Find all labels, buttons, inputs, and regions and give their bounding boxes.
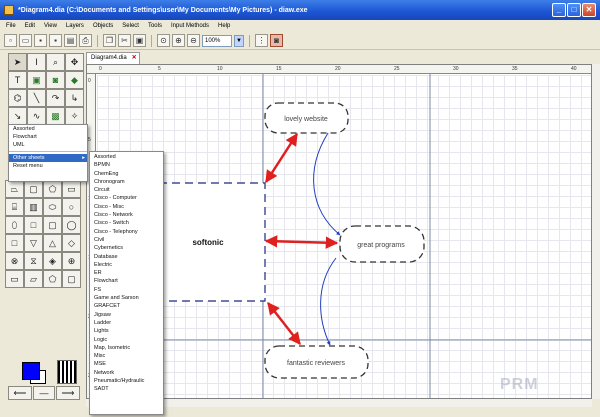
submenu-item[interactable]: FS — [90, 286, 163, 294]
right-label: great programs — [357, 242, 405, 249]
submenu-item[interactable]: ER — [90, 269, 163, 277]
submenu-item[interactable]: Assorted — [90, 153, 163, 161]
submenu-item[interactable]: Network — [90, 369, 163, 377]
submenu-item[interactable]: Game and Sarson — [90, 294, 163, 302]
submenu-item[interactable]: Circuit — [90, 186, 163, 194]
submenu-item[interactable]: SADT — [90, 385, 163, 393]
submenu-item[interactable]: Jigsaw — [90, 311, 163, 319]
sheet-menu-reset[interactable]: Reset menu — [9, 162, 87, 170]
arrow-to-bottom[interactable] — [267, 302, 301, 345]
center-label: softonic — [192, 238, 224, 247]
submenu-item[interactable]: Civil — [90, 236, 163, 244]
sheet-menu-other-sheets[interactable]: Other sheets ▸ — [9, 154, 87, 162]
submenu-item[interactable]: Cisco - Network — [90, 211, 163, 219]
submenu-item[interactable]: Cybernetics — [90, 244, 163, 252]
watermark: PRM — [500, 376, 539, 393]
submenu-item[interactable]: ChemEng — [90, 170, 163, 178]
submenu-item[interactable]: Cisco - Computer — [90, 194, 163, 202]
other-sheets-label: Other sheets — [13, 155, 45, 161]
top-label: lovely website — [284, 116, 328, 123]
vertical-scrollbar[interactable] — [592, 64, 600, 399]
submenu-item[interactable]: Map, Isometric — [90, 344, 163, 352]
submenu-item[interactable]: Flowchart — [90, 277, 163, 285]
submenu-item[interactable]: Electric — [90, 261, 163, 269]
curve-top-right[interactable] — [313, 132, 341, 236]
arrow-to-right[interactable] — [264, 235, 339, 249]
submenu-item[interactable]: BPMN — [90, 161, 163, 169]
curve-right-bottom[interactable] — [320, 257, 337, 346]
arrow-to-top[interactable] — [264, 132, 299, 184]
sheet-menu: Assorted Flowchart UML Other sheets ▸ Re… — [8, 124, 88, 182]
submenu-item[interactable]: Lights — [90, 327, 163, 335]
submenu-item[interactable]: Cisco - Telephony — [90, 228, 163, 236]
menu-separator — [9, 151, 87, 152]
submenu-item[interactable]: Logic — [90, 336, 163, 344]
submenu-item[interactable]: Pneumatic/Hydraulic — [90, 377, 163, 385]
sheet-menu-item[interactable]: Flowchart — [9, 133, 87, 141]
sheet-menu-item[interactable]: UML — [9, 141, 87, 149]
submenu-item[interactable]: Cisco - Misc — [90, 203, 163, 211]
submenu-item[interactable]: MSE — [90, 360, 163, 368]
submenu-item[interactable]: Chronogram — [90, 178, 163, 186]
other-sheets-submenu: Assorted BPMN ChemEng Chronogram Circuit… — [89, 151, 164, 415]
submenu-item[interactable]: Misc — [90, 352, 163, 360]
sheet-menu-item[interactable]: Assorted — [9, 125, 87, 133]
submenu-item[interactable]: Database — [90, 253, 163, 261]
chevron-right-icon: ▸ — [82, 155, 85, 161]
submenu-item[interactable]: GRAFCET — [90, 302, 163, 310]
bottom-label: fantastic reviewers — [287, 360, 345, 367]
submenu-item[interactable]: Cisco - Switch — [90, 219, 163, 227]
submenu-item[interactable]: Ladder — [90, 319, 163, 327]
